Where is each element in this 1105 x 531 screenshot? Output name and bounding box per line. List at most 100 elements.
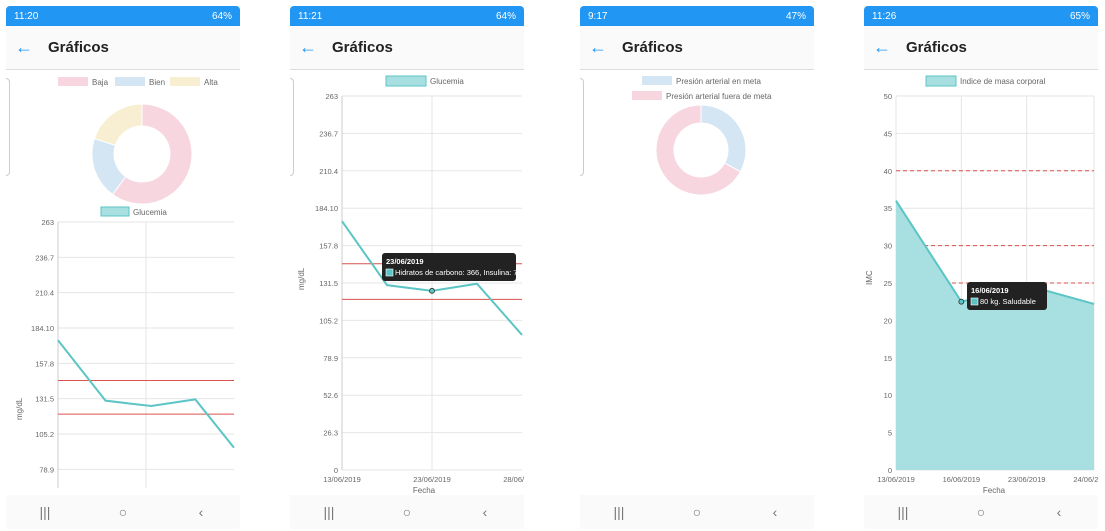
status-bar: 11:21 64% xyxy=(290,6,524,26)
tooltip: 23/06/2019 Hidratos de carbono: 366, Ins… xyxy=(382,253,522,281)
legend-swatch-bien xyxy=(115,77,145,86)
data-point xyxy=(429,287,435,294)
home-button[interactable]: ○ xyxy=(103,504,143,520)
y-tick-label: 52.6 xyxy=(323,391,338,400)
status-battery: 64% xyxy=(495,10,516,22)
donut-slice-3 xyxy=(93,103,143,146)
app-bar: ← Gráficos xyxy=(864,26,1098,70)
back-arrow-icon[interactable]: ← xyxy=(6,37,42,58)
y-tick-label: 35 xyxy=(884,204,892,213)
tooltip-swatch xyxy=(970,297,979,306)
recents-button[interactable]: ||| xyxy=(25,504,65,520)
y-tick-label: 131.5 xyxy=(35,395,54,404)
legend-swatch-alta xyxy=(170,77,200,86)
phone1-svg: Baja Bien Alta Glucemia 263 236.7 210.4 184… xyxy=(15,77,235,488)
status-time: 11:26 xyxy=(872,10,897,22)
x-tick-label: 23/06/2019 xyxy=(413,475,451,484)
home-button[interactable]: ○ xyxy=(677,504,717,520)
y-tick-label: 0 xyxy=(888,466,892,475)
home-button[interactable]: ○ xyxy=(387,504,427,520)
page-title: Gráficos xyxy=(48,39,109,56)
y-axis-title: mg/dL xyxy=(297,267,306,290)
y-tick-label: 26.3 xyxy=(323,429,338,438)
y-tick-label: 0 xyxy=(334,466,338,475)
back-arrow-icon[interactable]: ← xyxy=(580,37,616,58)
legend-label-en-meta: Presión arterial en meta xyxy=(676,77,761,86)
recents-button[interactable]: ||| xyxy=(883,504,923,520)
donut-chart-bp xyxy=(655,104,747,196)
phone-2: 11:21 64% ← Gráficos Glucemia 263 236.7 21… xyxy=(290,6,524,529)
app-bar: ← Gráficos xyxy=(290,26,524,70)
charts-content[interactable]: Indice de masa corporal 50 45 40 35 30 25 20 15… xyxy=(864,70,1098,495)
back-button[interactable]: ‹ xyxy=(755,504,795,520)
side-tab-handle[interactable] xyxy=(6,78,10,176)
page-title: Gráficos xyxy=(332,39,393,56)
phone-4: 11:26 65% ← Gráficos Indice de masa corp… xyxy=(864,6,1098,529)
back-button[interactable]: ‹ xyxy=(181,504,221,520)
y-tick-label: 263 xyxy=(325,92,338,101)
y-tick-label: 40 xyxy=(884,167,892,176)
x-tick-label: 23/06/2019 xyxy=(1008,475,1046,484)
tooltip-title: 23/06/2019 xyxy=(386,257,424,266)
legend-label-fuera-meta: Presión arterial fuera de meta xyxy=(666,92,772,101)
status-bar: 11:20 64% xyxy=(6,6,240,26)
charts-content[interactable]: Baja Bien Alta Glucemia 263 236.7 210.4 184… xyxy=(6,70,240,495)
donut-slice-1 xyxy=(700,104,747,173)
y-tick-label: 10 xyxy=(884,391,892,400)
legend-label-glucemia: Glucemia xyxy=(430,77,464,86)
screenshot-canvas: 11:20 64% ← Gráficos Baja Bien Alta Gluc… xyxy=(0,0,1105,531)
recents-button[interactable]: ||| xyxy=(309,504,349,520)
y-tick-label: 210.4 xyxy=(319,167,338,176)
tooltip: 16/06/2019 80 kg. Saludable xyxy=(967,282,1047,310)
page-title: Gráficos xyxy=(622,39,683,56)
tooltip-swatch xyxy=(385,268,394,277)
legend-label-bien: Bien xyxy=(149,78,165,87)
side-tab-handle[interactable] xyxy=(290,78,294,176)
x-axis-title: Fecha xyxy=(983,486,1006,495)
x-axis-title: Fecha xyxy=(413,486,436,495)
tooltip-title: 16/06/2019 xyxy=(971,286,1009,295)
y-tick-label: 50 xyxy=(884,92,892,101)
legend-label-baja: Baja xyxy=(92,78,109,87)
x-tick-label: 16/06/2019 xyxy=(943,475,981,484)
charts-content[interactable]: Presión arterial en meta Presión arteria… xyxy=(580,70,814,495)
app-bar: ← Gráficos xyxy=(580,26,814,70)
y-tick-label: 210.4 xyxy=(35,289,54,298)
home-button[interactable]: ○ xyxy=(961,504,1001,520)
android-nav-bar: ||| ○ ‹ xyxy=(580,495,814,529)
android-nav-bar: ||| ○ ‹ xyxy=(864,495,1098,529)
phone-3: 9:17 47% ← Gráficos Presión arterial en … xyxy=(580,6,814,529)
charts-content[interactable]: Glucemia 263 236.7 210.4 184.10 157.8 131.5 10… xyxy=(290,70,524,495)
status-battery: 64% xyxy=(211,10,232,22)
legend-swatch-fuera-meta xyxy=(632,91,662,100)
y-tick-label: 131.5 xyxy=(319,279,338,288)
y-tick-label: 15 xyxy=(884,354,892,363)
y-tick-label: 78.9 xyxy=(39,465,54,474)
page-title: Gráficos xyxy=(906,39,967,56)
y-tick-label: 105.2 xyxy=(319,316,338,325)
y-tick-label: 157.8 xyxy=(35,359,54,368)
phone3-svg: Presión arterial en meta Presión arteria… xyxy=(632,76,772,196)
y-tick-label: 157.8 xyxy=(319,242,338,251)
back-button[interactable]: ‹ xyxy=(465,504,505,520)
status-battery: 47% xyxy=(785,10,806,22)
area-fill xyxy=(896,200,1094,470)
android-nav-bar: ||| ○ ‹ xyxy=(290,495,524,529)
phone4-svg: Indice de masa corporal 5045403530252015… xyxy=(865,75,1098,495)
recents-button[interactable]: ||| xyxy=(599,504,639,520)
app-bar: ← Gráficos xyxy=(6,26,240,70)
y-axis-title: mg/dL xyxy=(15,397,24,420)
legend-swatch-en-meta xyxy=(642,76,672,85)
android-nav-bar: ||| ○ ‹ xyxy=(6,495,240,529)
back-arrow-icon[interactable]: ← xyxy=(290,37,326,58)
back-arrow-icon[interactable]: ← xyxy=(864,37,900,58)
y-axis-title: IMC xyxy=(865,270,874,285)
legend-swatch-glucemia xyxy=(385,75,427,87)
back-button[interactable]: ‹ xyxy=(1039,504,1079,520)
tooltip-body: Hidratos de carbono: 366, Insulina: 70 xyxy=(395,268,522,277)
y-tick-label: 45 xyxy=(884,129,892,138)
y-tick-label: 20 xyxy=(884,316,892,325)
y-tick-label: 105.2 xyxy=(35,430,54,439)
side-tab-handle[interactable] xyxy=(580,78,584,176)
legend-swatch-baja xyxy=(58,77,88,86)
